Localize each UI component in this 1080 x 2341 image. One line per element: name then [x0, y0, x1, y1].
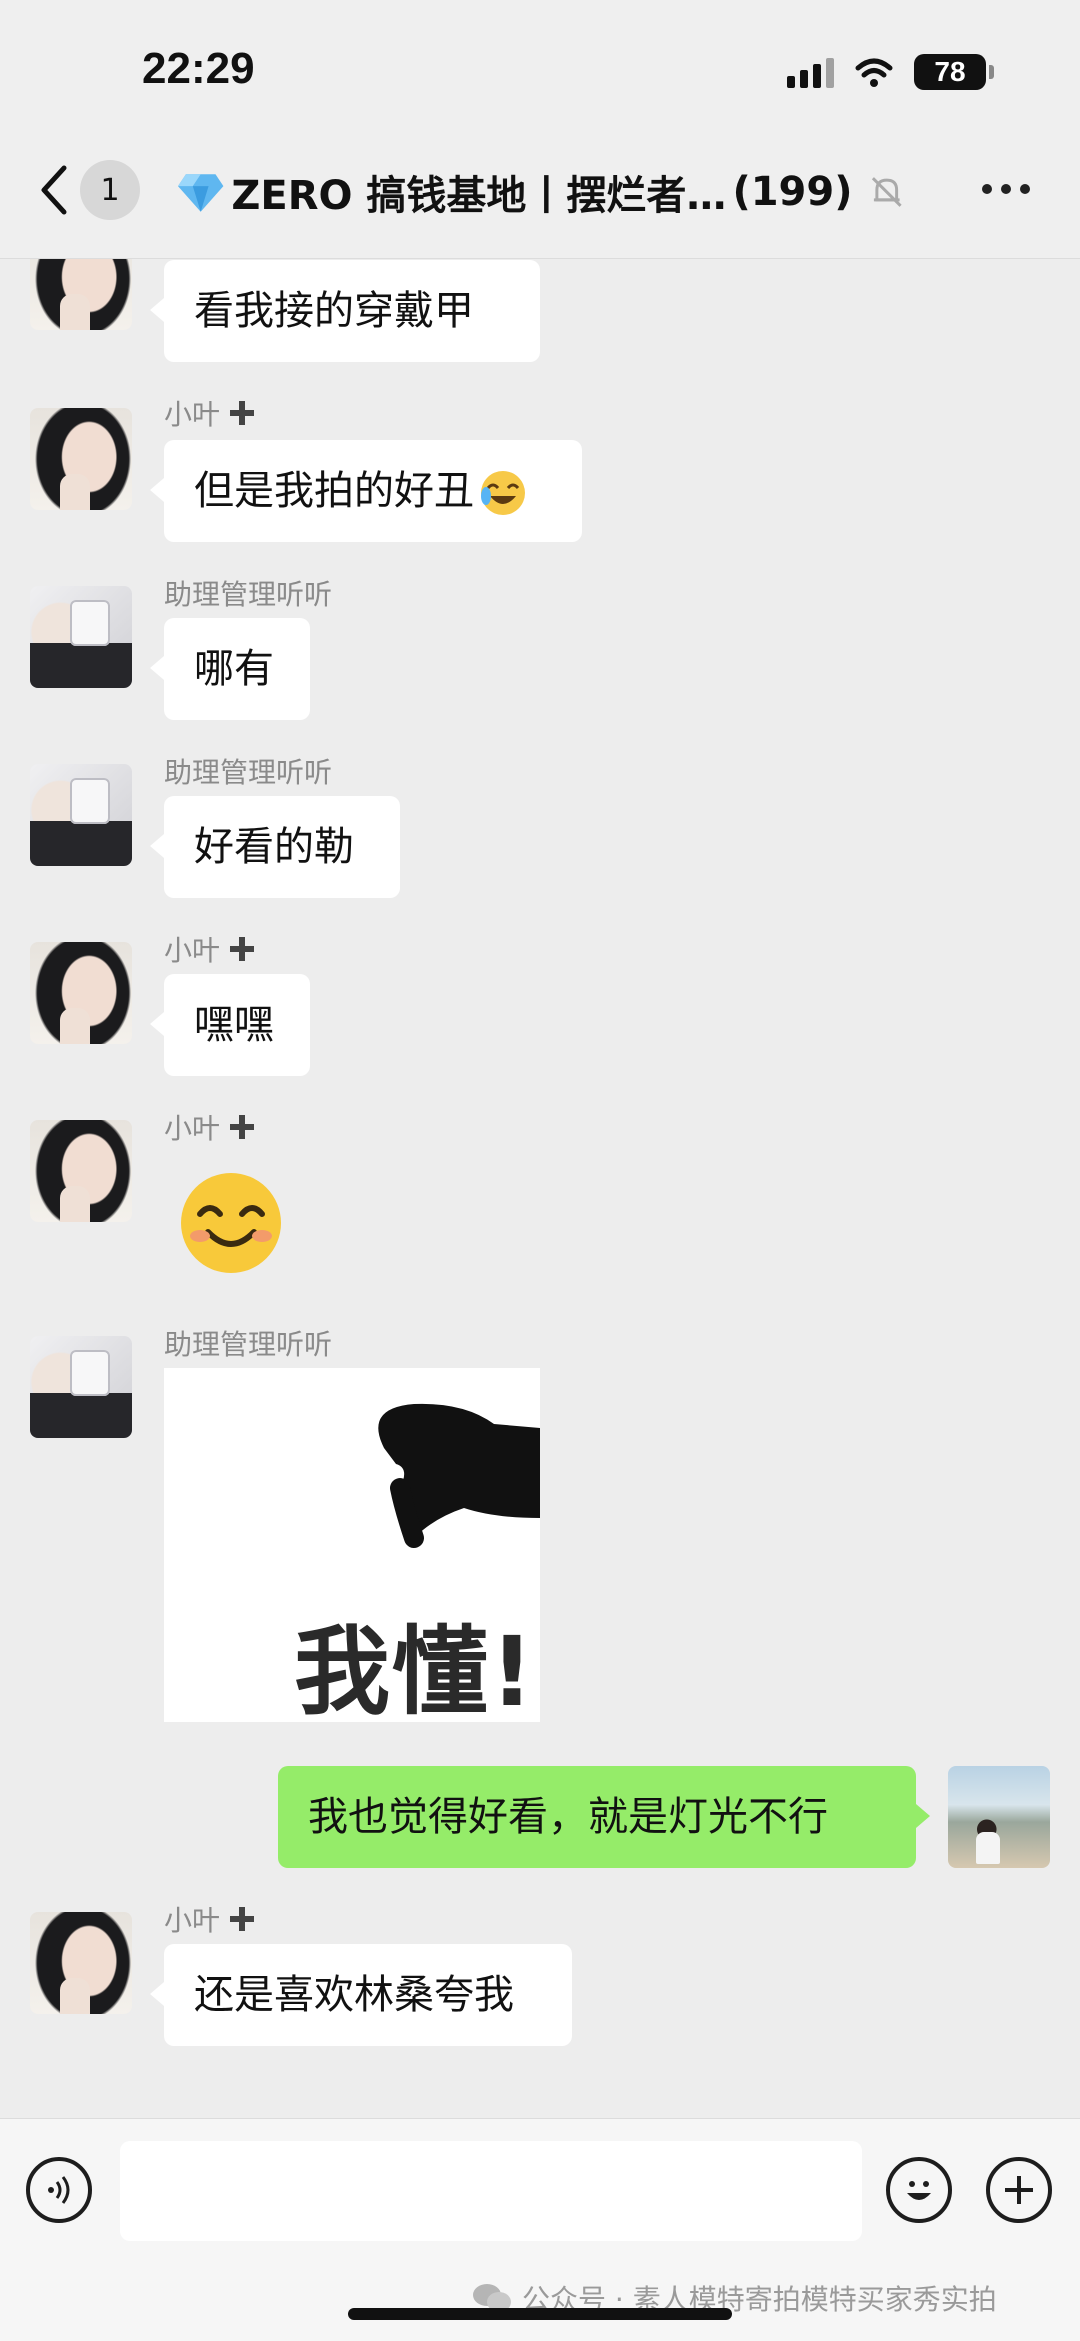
unread-count-badge[interactable]: 1: [80, 160, 140, 220]
self-avatar[interactable]: [948, 1766, 1050, 1868]
more-icon[interactable]: [982, 184, 1030, 194]
avatar[interactable]: [30, 1120, 132, 1222]
more-functions-button[interactable]: [986, 2157, 1052, 2223]
self-message-bubble[interactable]: 我也觉得好看，就是灯光不行: [278, 1766, 930, 1868]
message-bubble[interactable]: 看我接的穿戴甲: [150, 260, 540, 362]
plus-icon: [230, 1115, 255, 1139]
laughing-crying-emoji-icon: [481, 471, 525, 515]
voice-icon: [48, 2176, 70, 2204]
chat-title-text: ZERO 搞钱基地丨摆烂者…: [231, 173, 727, 219]
sender-name: 小叶: [164, 396, 256, 431]
member-count: (199): [732, 169, 853, 215]
status-icons: 78: [787, 52, 994, 92]
message-bubble[interactable]: 但是我拍的好丑: [150, 440, 582, 542]
message-bubble[interactable]: 好看的勒: [150, 796, 400, 898]
chat-title[interactable]: ZERO 搞钱基地丨摆烂者… (199): [176, 164, 906, 220]
avatar[interactable]: [30, 764, 132, 866]
back-arrow-icon[interactable]: [34, 160, 74, 220]
message-bubble[interactable]: 还是喜欢林桑夸我: [150, 1944, 572, 2046]
avatar[interactable]: [30, 586, 132, 688]
status-time: 22:29: [142, 44, 255, 93]
message-bubble[interactable]: 嘿嘿: [150, 974, 310, 1076]
sticker-caption: 我懂!: [294, 1616, 536, 1722]
top-bar: 22:29 78 1 ZERO 搞钱基地丨摆烂者… (199): [0, 0, 1080, 259]
emoji-button[interactable]: [886, 2157, 952, 2223]
wifi-icon: [855, 58, 893, 87]
message-input[interactable]: [120, 2141, 862, 2241]
sticker-image[interactable]: 我懂!: [164, 1368, 540, 1722]
sender-name: 助理管理听听: [164, 1328, 333, 1361]
avatar[interactable]: [30, 942, 132, 1044]
battery-icon: 78: [914, 54, 994, 90]
avatar[interactable]: [30, 1336, 132, 1438]
mute-bell-icon: [871, 177, 902, 207]
plus-icon: [230, 937, 255, 961]
sender-name: 小叶: [164, 1902, 256, 1937]
sender-name: 助理管理听听: [164, 756, 333, 789]
avatar[interactable]: [30, 1912, 132, 2014]
home-indicator[interactable]: [348, 2308, 732, 2320]
smiling-face-emoji-icon[interactable]: [178, 1170, 284, 1276]
chat-screen: 22:29 78 1 ZERO 搞钱基地丨摆烂者… (199) 看我接的穿戴甲 …: [0, 0, 1080, 2341]
sender-name: 助理管理听听: [164, 578, 333, 611]
voice-input-button[interactable]: [26, 2157, 92, 2223]
sender-name: 小叶: [164, 1110, 256, 1145]
diamond-icon: [177, 174, 224, 212]
cellular-signal-icon: [787, 56, 834, 88]
avatar[interactable]: [30, 408, 132, 510]
emoji-icon: [907, 2181, 931, 2200]
add-icon: [1005, 2176, 1033, 2204]
message-bubble[interactable]: 哪有: [150, 618, 310, 720]
sender-name: 小叶: [164, 932, 256, 967]
plus-icon: [230, 401, 255, 425]
plus-icon: [230, 1907, 255, 1931]
